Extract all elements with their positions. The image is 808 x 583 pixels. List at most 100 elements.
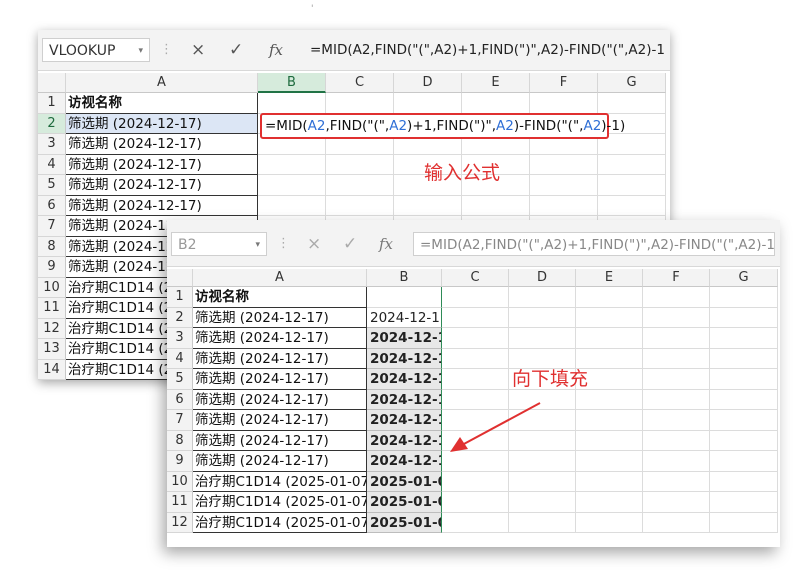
cancel-icon[interactable]: × xyxy=(307,232,321,256)
row-header-2[interactable]: 2 xyxy=(38,113,66,134)
cell-f9[interactable] xyxy=(643,451,710,472)
cell-g1[interactable] xyxy=(710,287,778,308)
formula-input[interactable]: =MID(A2,FIND("(",A2)+1,FIND(")",A2)-FIND… xyxy=(304,38,666,62)
cell-a12[interactable]: 治疗期C1D14 (2025-01-07) xyxy=(193,512,367,533)
column-header-g[interactable]: G xyxy=(710,269,778,287)
cell-a11[interactable]: 治疗期C1D14 (2025-01-07) xyxy=(193,492,367,513)
cell-d12[interactable] xyxy=(509,512,576,533)
cell-d3[interactable] xyxy=(509,328,576,349)
column-header-e[interactable]: E xyxy=(576,269,643,287)
row-header-7[interactable]: 7 xyxy=(38,216,66,237)
cell-a1[interactable]: 访视名称 xyxy=(193,287,367,308)
row-header-5[interactable]: 5 xyxy=(38,175,66,196)
column-header-b[interactable]: B xyxy=(367,269,442,287)
column-header-e[interactable]: E xyxy=(462,73,530,93)
cell-e11[interactable] xyxy=(576,492,643,513)
cell-c5[interactable] xyxy=(442,369,509,390)
cell-e7[interactable] xyxy=(576,410,643,431)
cell-f1[interactable] xyxy=(643,287,710,308)
row-header-9[interactable]: 9 xyxy=(167,451,193,472)
cell-g5[interactable] xyxy=(710,369,778,390)
cell-g12[interactable] xyxy=(710,512,778,533)
cell-b12[interactable]: 2025-01-07 xyxy=(367,512,442,533)
cell-c4[interactable] xyxy=(442,348,509,369)
cell-f2[interactable] xyxy=(643,307,710,328)
select-all-corner[interactable] xyxy=(167,269,193,287)
cell-f5[interactable] xyxy=(530,175,598,196)
cell-b7[interactable]: 2024-12-17 xyxy=(367,410,442,431)
cell-c2[interactable] xyxy=(442,307,509,328)
cell-c10[interactable] xyxy=(442,471,509,492)
column-header-d[interactable]: D xyxy=(394,73,462,93)
row-header-4[interactable]: 4 xyxy=(38,154,66,175)
cell-b5[interactable] xyxy=(258,175,326,196)
cell-a4[interactable]: 筛选期 (2024-12-17) xyxy=(66,154,258,175)
cell-b1[interactable] xyxy=(258,93,326,114)
cell-g6[interactable] xyxy=(710,389,778,410)
cell-e2[interactable] xyxy=(576,307,643,328)
cell-b3[interactable]: 2024-12-17 xyxy=(367,328,442,349)
cell-edit-box[interactable]: =MID(A2,FIND("(",A2)+1,FIND(")",A2)-FIND… xyxy=(260,113,625,139)
cell-f4[interactable] xyxy=(530,154,598,175)
cell-d1[interactable] xyxy=(394,93,462,114)
row-header-4[interactable]: 4 xyxy=(167,348,193,369)
cell-c6[interactable] xyxy=(326,195,394,216)
cancel-icon[interactable]: × xyxy=(191,38,205,62)
column-header-a[interactable]: A xyxy=(66,73,258,93)
cell-d6[interactable] xyxy=(394,195,462,216)
cell-a3[interactable]: 筛选期 (2024-12-17) xyxy=(66,134,258,155)
row-header-5[interactable]: 5 xyxy=(167,369,193,390)
cell-f5[interactable] xyxy=(643,369,710,390)
drag-handle-icon[interactable]: ⋮ xyxy=(160,42,173,57)
cell-g7[interactable] xyxy=(710,410,778,431)
cell-f10[interactable] xyxy=(643,471,710,492)
cell-b4[interactable] xyxy=(258,154,326,175)
cell-f4[interactable] xyxy=(643,348,710,369)
cell-g3[interactable] xyxy=(710,328,778,349)
cell-e1[interactable] xyxy=(462,93,530,114)
cell-g4[interactable] xyxy=(710,348,778,369)
row-header-9[interactable]: 9 xyxy=(38,257,66,278)
cell-b5[interactable]: 2024-12-17 xyxy=(367,369,442,390)
cell-b4[interactable]: 2024-12-17 xyxy=(367,348,442,369)
function-icon[interactable]: fx xyxy=(269,38,283,62)
cell-b2[interactable]: 2024-12-17 xyxy=(367,307,442,328)
cell-g6[interactable] xyxy=(598,195,666,216)
cell-g9[interactable] xyxy=(710,451,778,472)
cell-f11[interactable] xyxy=(643,492,710,513)
cell-e6[interactable] xyxy=(576,389,643,410)
row-header-10[interactable]: 10 xyxy=(38,277,66,298)
cell-a4[interactable]: 筛选期 (2024-12-17) xyxy=(193,348,367,369)
column-header-a[interactable]: A xyxy=(193,269,367,287)
drag-handle-icon[interactable]: ⋮ xyxy=(277,236,290,251)
column-header-g[interactable]: G xyxy=(598,73,666,93)
cell-a3[interactable]: 筛选期 (2024-12-17) xyxy=(193,328,367,349)
confirm-icon[interactable]: ✓ xyxy=(229,38,243,62)
select-all-corner[interactable] xyxy=(38,73,66,93)
cell-g10[interactable] xyxy=(710,471,778,492)
column-header-f[interactable]: F xyxy=(530,73,598,93)
cell-a8[interactable]: 筛选期 (2024-12-17) xyxy=(193,430,367,451)
cell-e8[interactable] xyxy=(576,430,643,451)
cell-e9[interactable] xyxy=(576,451,643,472)
name-box[interactable]: VLOOKUP ▾ xyxy=(42,38,150,62)
row-header-6[interactable]: 6 xyxy=(167,389,193,410)
column-header-c[interactable]: C xyxy=(326,73,394,93)
cell-c12[interactable] xyxy=(442,512,509,533)
cell-f3[interactable] xyxy=(643,328,710,349)
cell-a2[interactable]: 筛选期 (2024-12-17) xyxy=(193,307,367,328)
cell-d1[interactable] xyxy=(509,287,576,308)
row-header-2[interactable]: 2 xyxy=(167,307,193,328)
cell-g2[interactable] xyxy=(710,307,778,328)
cell-g4[interactable] xyxy=(598,154,666,175)
row-header-13[interactable]: 13 xyxy=(38,339,66,360)
cell-g8[interactable] xyxy=(710,430,778,451)
cell-b1[interactable] xyxy=(367,287,442,308)
cell-a10[interactable]: 治疗期C1D14 (2025-01-07) xyxy=(193,471,367,492)
cell-e3[interactable] xyxy=(576,328,643,349)
confirm-icon[interactable]: ✓ xyxy=(343,232,357,256)
cell-a6[interactable]: 筛选期 (2024-12-17) xyxy=(193,389,367,410)
cell-e12[interactable] xyxy=(576,512,643,533)
row-header-11[interactable]: 11 xyxy=(38,298,66,319)
row-header-12[interactable]: 12 xyxy=(167,512,193,533)
